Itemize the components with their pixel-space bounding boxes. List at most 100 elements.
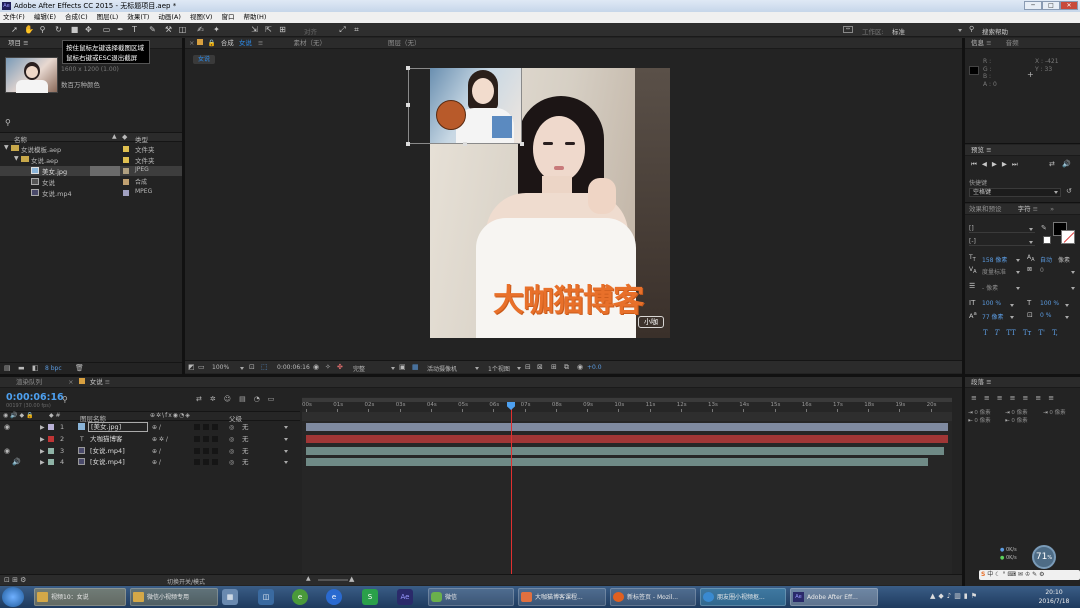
shortcut-dropdown[interactable]: 空格键 (969, 188, 1061, 197)
taskbar-item-folder-2[interactable]: 微信小视频专用 (130, 588, 218, 606)
parent-dropdown[interactable]: 无 (242, 434, 249, 445)
menu-edit[interactable]: 编辑(E) (34, 13, 56, 21)
menu-effect[interactable]: 效果(T) (127, 13, 149, 21)
zoom-out-icon[interactable]: ▲ (306, 575, 311, 582)
audio-toggle-icon[interactable]: 🔊 (12, 457, 21, 468)
col-type[interactable]: 类型 (135, 134, 148, 144)
snapshot-icon[interactable]: ◉ (313, 363, 319, 371)
eyedropper-icon[interactable]: ✎ (1041, 224, 1047, 232)
clock[interactable]: 20:10 2016/7/18 (1032, 588, 1076, 606)
trash-icon[interactable]: 🗑 (75, 364, 84, 372)
workspace-dropdown[interactable]: 标准 (892, 26, 905, 36)
cpu-gauge[interactable]: 71% (1032, 545, 1056, 569)
layer-name[interactable]: 大咖猫博客 (90, 434, 123, 445)
tracking-value[interactable]: 0 (1040, 267, 1044, 274)
label-tag-icon[interactable]: ◆ (122, 133, 127, 141)
puppet-tool-icon[interactable]: ✦ (212, 25, 221, 34)
eraser-tool-icon[interactable]: ◫ (178, 25, 187, 34)
tab-info[interactable]: 信息 (971, 39, 984, 47)
ime-toolbar[interactable]: S 中 ☾ ° ⌨ ✉ ♔ ✎ ⚙ (979, 570, 1080, 580)
tray-flag-icon[interactable]: ⚑ (971, 592, 980, 600)
zoom-in-icon[interactable]: ▲ (349, 575, 354, 583)
layer-1-duration-bar[interactable] (306, 423, 948, 431)
playhead-line[interactable] (511, 402, 512, 585)
after-effects-taskbar-icon[interactable]: Ae (397, 589, 413, 605)
align-left-icon[interactable]: ≡ (971, 394, 984, 402)
sort-icon[interactable]: ▲ (112, 133, 117, 140)
fast-preview-icon[interactable]: ⊠ (537, 363, 543, 371)
kerning-value[interactable]: 度量标准 (982, 267, 1006, 276)
parent-dropdown[interactable]: 无 (242, 422, 249, 433)
vertical-scale-value[interactable]: 100 % (982, 300, 1001, 307)
timeline-search-icon[interactable]: ⚲ (62, 395, 68, 404)
table-row[interactable]: ◉ ▶ 1 [美女.jpg] ⊕ / ◎ 无 (0, 422, 300, 433)
taskbar-item-powerpoint[interactable]: 大咖猫博客课程... (518, 588, 606, 606)
tab-layer[interactable]: 图层（无） (388, 39, 421, 47)
table-row[interactable]: 🔊 ▶ 4 [女说.mp4] ⊕ / ◎ 无 (0, 457, 300, 468)
first-frame-icon[interactable]: ⏮ (971, 160, 982, 168)
list-item[interactable]: 女说 合成 (0, 177, 182, 187)
camera-dropdown[interactable]: 活动摄像机 (427, 364, 457, 373)
monitor-icon[interactable]: ▭ (198, 363, 205, 371)
search-help-input[interactable]: 搜索帮助 (982, 26, 1008, 36)
start-button[interactable] (2, 587, 24, 607)
baseline-shift-value[interactable]: 77 像素 (982, 312, 1004, 321)
menu-composition[interactable]: 合成(C) (65, 13, 88, 21)
region-icon[interactable]: ▣ (399, 363, 406, 371)
align-center-icon[interactable]: ≡ (984, 394, 997, 402)
menu-layer[interactable]: 图层(L) (97, 13, 119, 21)
workspace-icon[interactable]: ⇔ (843, 26, 853, 33)
bbox-handle[interactable] (406, 66, 410, 70)
justify-right-icon[interactable]: ≡ (1035, 394, 1048, 402)
align-label[interactable]: 对齐 (304, 26, 317, 36)
flowchart-icon[interactable]: ⧉ (564, 363, 569, 372)
lock-icon[interactable]: 🔒 (208, 39, 216, 47)
toggle-pixel-icon[interactable]: ⊟ (525, 363, 531, 371)
subscript-button[interactable]: T, (1052, 329, 1058, 337)
motion-blur-icon[interactable]: ◔ (254, 395, 268, 403)
new-comp-icon[interactable]: ◧ (32, 364, 39, 372)
exposure-icon[interactable]: ◉ (577, 363, 583, 371)
zoom-slider[interactable] (318, 579, 348, 581)
font-family-dropdown[interactable]: [] (969, 224, 1035, 233)
horizontal-scale-value[interactable]: 100 % (1040, 300, 1059, 307)
show-snapshot-icon[interactable]: ✧ (325, 363, 331, 371)
new-folder-icon[interactable]: ▬ (18, 364, 25, 372)
overlay-title-text[interactable]: 大咖猫博客 (473, 284, 663, 318)
calculator-icon[interactable]: ▦ (222, 589, 238, 605)
leading-value[interactable]: 自动 (1040, 255, 1052, 264)
tray-battery-icon[interactable]: ▮ (964, 592, 971, 600)
font-style-dropdown[interactable]: [-] (969, 237, 1035, 246)
all-caps-button[interactable]: TT (1006, 329, 1015, 337)
layer-name[interactable]: [美女.jpg] (88, 422, 148, 432)
pan-behind-tool-icon[interactable]: ✥ (84, 25, 93, 34)
timeline-current-time[interactable]: 0:00:06:16 (6, 392, 64, 403)
graph-editor-icon[interactable]: ▭ (268, 395, 283, 403)
visibility-icon[interactable]: ◉ (4, 422, 10, 433)
tab-audio[interactable]: 音频 (1006, 39, 1019, 47)
tab-effects-presets[interactable]: 效果和预设 (969, 205, 1002, 213)
resolution-dropdown[interactable]: 完整 (353, 364, 365, 373)
menu-animation[interactable]: 动画(A) (158, 13, 181, 21)
tab-character[interactable]: 字符 (1018, 205, 1031, 213)
justify-left-icon[interactable]: ≡ (1010, 394, 1023, 402)
interpret-icon[interactable]: ▤ (4, 364, 11, 372)
taskbar-item-wechat[interactable]: 微信 (428, 588, 514, 606)
list-item[interactable]: ▼ 女说.aep 文件夹 (0, 155, 182, 165)
snap3-icon[interactable]: ⊞ (278, 25, 287, 34)
color-channel-icon[interactable]: ✤ (337, 363, 343, 371)
list-item[interactable]: 女说.mp4 MPEG (0, 188, 182, 198)
stroke-color-swatch[interactable] (1061, 230, 1075, 244)
taskbar-item-folder-1[interactable]: 视频10：女说 (34, 588, 126, 606)
layer-3-duration-bar[interactable] (306, 447, 944, 455)
roto-brush-icon[interactable]: ✍ (196, 25, 205, 34)
paragraph-tab[interactable]: 段落 ≡ (965, 377, 1080, 388)
layer-4-duration-bar[interactable] (306, 458, 928, 466)
audio-icon[interactable]: 🔊 (1062, 160, 1071, 168)
layer-label-swatch[interactable] (48, 459, 54, 465)
superscript-button[interactable]: T' (1038, 329, 1045, 337)
bbox-handle[interactable] (406, 103, 410, 107)
last-frame-icon[interactable]: ⏭ (1012, 160, 1023, 168)
tab-composition[interactable]: 合成 (221, 39, 234, 47)
justify-center-icon[interactable]: ≡ (1023, 394, 1036, 402)
